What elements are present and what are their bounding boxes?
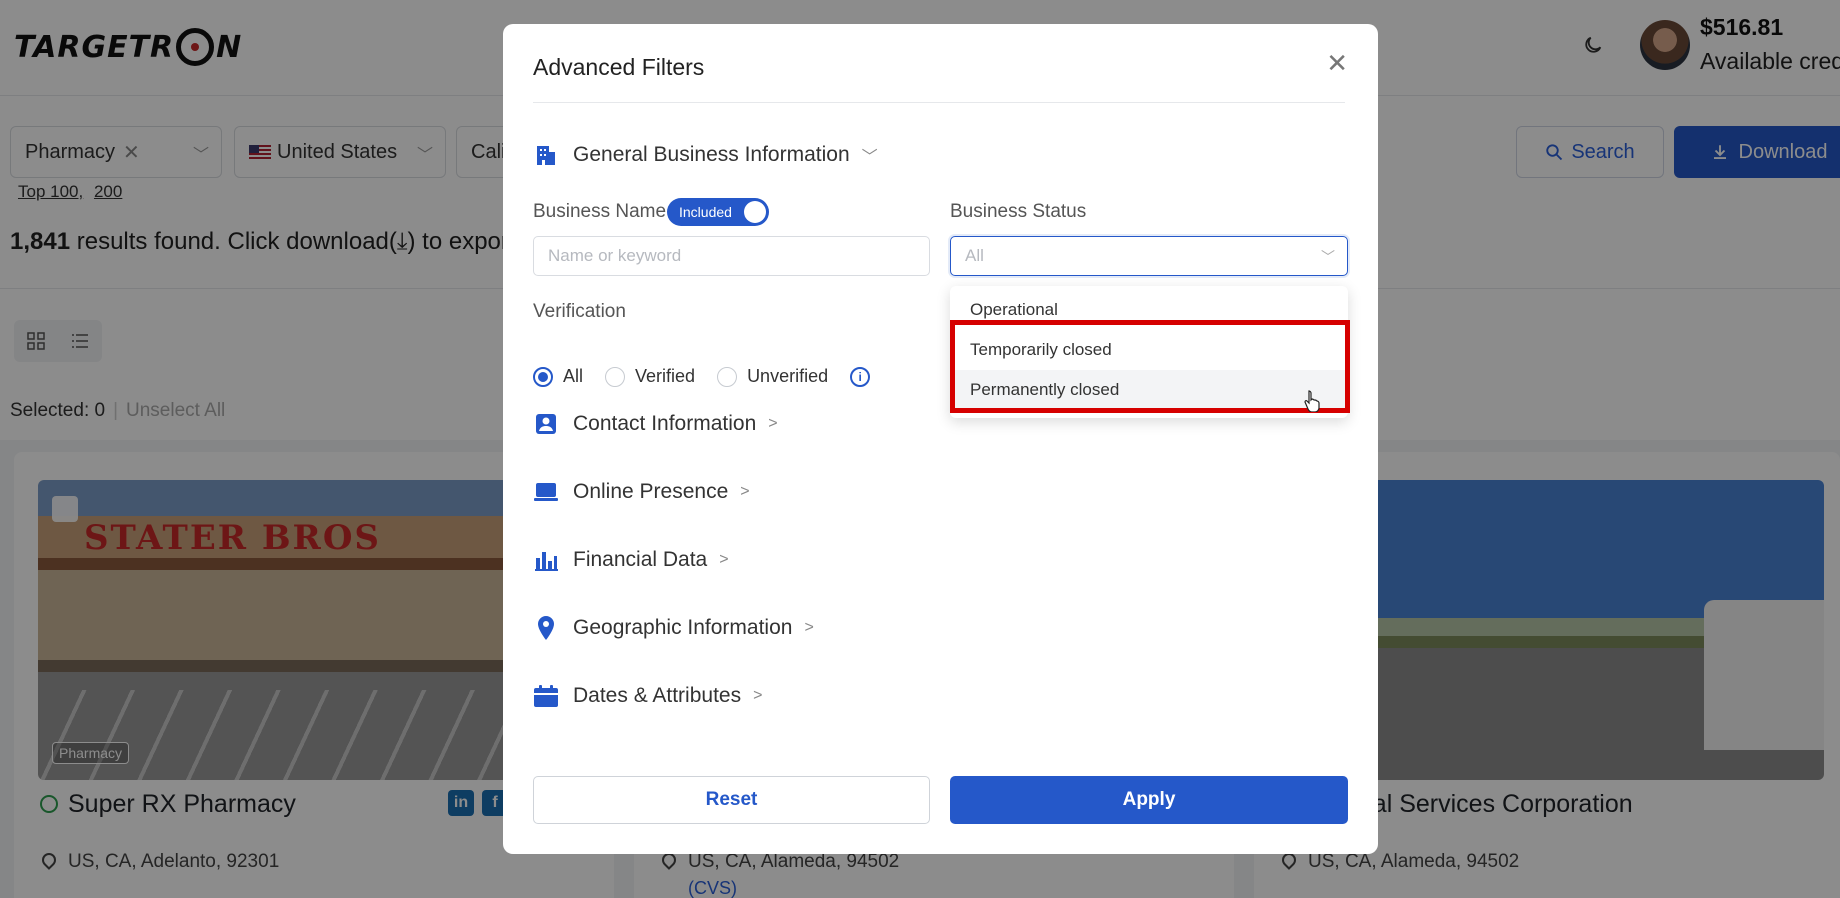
business-status-label: Business Status [950,201,1087,222]
chevron-right-icon: > [740,483,750,500]
chevron-right-icon: > [753,687,763,704]
hand-cursor-icon [1304,390,1320,412]
verification-radio-group: All Verified Unverified i [533,366,871,387]
section-label: General Business Information [573,143,850,166]
divider [533,102,1345,103]
building-icon [533,142,559,168]
section-label: Online Presence [573,480,729,503]
section-dates-attributes[interactable]: Dates & Attributes > [533,683,762,709]
business-name-input[interactable] [533,236,930,276]
option-operational[interactable]: Operational [950,290,1348,330]
calendar-icon [533,683,559,709]
advanced-filters-modal: Advanced Filters ✕ General Business Info… [503,24,1378,854]
chevron-down-icon: ﹀ [1321,249,1335,265]
map-pin-icon [533,615,559,641]
modal-title: Advanced Filters [533,54,705,80]
reset-button[interactable]: Reset [533,776,930,824]
business-status-dropdown: Operational Temporarily closed Permanent… [950,286,1348,418]
chevron-down-icon: ﹀ [861,149,878,166]
info-icon[interactable]: i [850,366,871,387]
radio-unverified[interactable]: Unverified [717,366,828,387]
close-icon[interactable]: ✕ [1326,48,1348,79]
radio-verified[interactable]: Verified [605,366,695,387]
business-status-select[interactable]: All ﹀ [950,236,1348,276]
radio-all[interactable]: All [533,366,583,387]
chevron-right-icon: > [768,415,778,432]
section-geographic-information[interactable]: Geographic Information > [533,615,814,641]
bar-chart-icon [533,547,559,573]
verification-label: Verification [533,301,626,322]
toggle-label: Included [679,204,732,220]
section-label: Geographic Information [573,616,793,639]
included-toggle[interactable]: Included [667,198,769,226]
apply-button[interactable]: Apply [950,776,1348,824]
section-online-presence[interactable]: Online Presence > [533,479,750,505]
section-contact-information[interactable]: Contact Information > [533,411,778,437]
contact-card-icon [533,411,559,437]
section-label: Contact Information [573,412,757,435]
option-temporarily-closed[interactable]: Temporarily closed [950,330,1348,370]
section-financial-data[interactable]: Financial Data > [533,547,729,573]
option-permanently-closed[interactable]: Permanently closed [950,370,1348,410]
laptop-icon [533,479,559,505]
toggle-knob [744,201,766,223]
chevron-right-icon: > [719,551,729,568]
business-name-label: Business Name [533,201,667,222]
section-label: Financial Data [573,548,708,571]
section-label: Dates & Attributes [573,684,742,707]
select-value: All [965,246,984,265]
chevron-right-icon: > [804,619,814,636]
section-general-business-information[interactable]: General Business Information ﹀ [533,142,878,168]
